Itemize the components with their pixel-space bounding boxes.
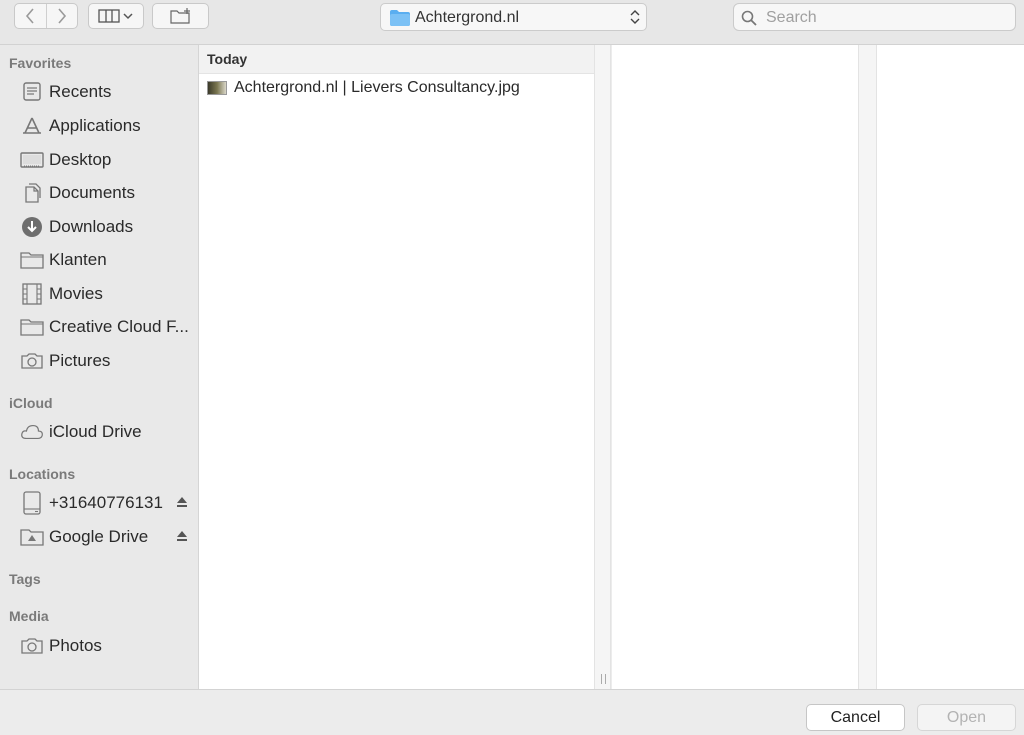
location-label: Achtergrond.nl	[415, 9, 520, 26]
eject-icon[interactable]	[176, 495, 188, 513]
sidebar-item-downloads[interactable]: Downloads	[20, 213, 196, 241]
column-separator[interactable]	[858, 45, 877, 689]
sidebar-item-label: Photos	[49, 636, 102, 655]
navigation-buttons	[14, 3, 78, 29]
sidebar-item-phone-device[interactable]: +31640776131	[20, 489, 196, 517]
sidebar-section-media: Media	[9, 608, 49, 624]
search-icon	[741, 10, 757, 26]
view-mode-button[interactable]	[88, 3, 144, 29]
cancel-button[interactable]: Cancel	[806, 704, 905, 731]
sidebar-section-tags[interactable]: Tags	[9, 571, 41, 587]
chevron-right-icon	[58, 8, 66, 24]
search-input[interactable]	[764, 7, 1008, 29]
folder-icon	[20, 249, 44, 271]
sidebar-item-label: Movies	[49, 284, 103, 303]
section-header-today: Today	[199, 45, 594, 74]
sidebar-item-label: Google Drive	[49, 527, 149, 546]
file-column-1: Today Achtergrond.nl | Lievers Consultan…	[199, 45, 594, 689]
sidebar-section-icloud: iCloud	[9, 395, 53, 411]
sidebar-item-label: Creative Cloud F...	[49, 317, 189, 336]
sidebar-item-label: Recents	[49, 82, 112, 101]
sidebar-item-applications[interactable]: Applications	[20, 112, 196, 140]
image-thumbnail-icon	[207, 81, 227, 95]
file-column-2	[612, 45, 858, 689]
updown-chevron-icon	[630, 10, 640, 24]
google-drive-folder-icon	[20, 526, 44, 548]
applications-icon	[20, 115, 44, 137]
dialog-footer: Cancel Open	[0, 689, 1024, 735]
sidebar-item-label: Klanten	[49, 250, 107, 269]
sidebar-item-label: +31640776131	[49, 493, 163, 512]
search-field[interactable]	[733, 3, 1016, 31]
cloud-icon	[20, 421, 44, 443]
columns-view-icon	[98, 9, 133, 23]
sidebar-item-pictures[interactable]: Pictures	[20, 347, 196, 375]
folder-icon	[390, 10, 410, 26]
file-name: Achtergrond.nl | Lievers Consultancy.jpg	[234, 79, 520, 96]
sidebar-section-locations: Locations	[9, 466, 76, 482]
column-resize-handle[interactable]	[594, 45, 611, 689]
location-popup[interactable]: Achtergrond.nl	[380, 3, 647, 31]
camera-icon	[20, 350, 44, 372]
sidebar-item-google-drive[interactable]: Google Drive	[20, 523, 196, 551]
camera-icon	[20, 635, 44, 657]
sidebar-item-desktop[interactable]: Desktop	[20, 146, 196, 174]
resize-grip-icon	[601, 674, 606, 684]
sidebar-item-label: Downloads	[49, 217, 134, 236]
sidebar-item-creative-cloud-files[interactable]: Creative Cloud F...	[20, 313, 196, 341]
movies-icon	[20, 283, 44, 305]
open-button[interactable]: Open	[917, 704, 1016, 731]
toolbar: Achtergrond.nl	[0, 0, 1024, 45]
sidebar: Favorites Recents Applications Desktop D…	[0, 45, 199, 689]
sidebar-section-favorites: Favorites	[9, 55, 72, 71]
documents-icon	[20, 182, 44, 204]
forward-button[interactable]	[45, 4, 78, 28]
sidebar-item-label: Pictures	[49, 351, 111, 370]
desktop-icon	[20, 149, 44, 171]
sidebar-item-label: iCloud Drive	[49, 422, 142, 441]
clock-icon	[20, 81, 44, 103]
sidebar-item-label: Desktop	[49, 150, 112, 169]
drive-icon	[20, 491, 44, 515]
file-column-3	[877, 45, 1024, 689]
sidebar-item-photos[interactable]: Photos	[20, 632, 196, 660]
eject-icon[interactable]	[176, 529, 188, 547]
chevron-left-icon	[26, 8, 34, 24]
sidebar-item-label: Applications	[49, 116, 141, 135]
new-folder-button[interactable]	[152, 3, 209, 29]
sidebar-item-documents[interactable]: Documents	[20, 179, 196, 207]
folder-icon	[20, 316, 44, 338]
sidebar-item-label: Documents	[49, 183, 135, 202]
sidebar-item-klanten[interactable]: Klanten	[20, 246, 196, 274]
back-button[interactable]	[15, 4, 46, 28]
downloads-icon	[20, 216, 44, 238]
new-folder-icon	[169, 8, 190, 24]
sidebar-item-recents[interactable]: Recents	[20, 78, 196, 106]
sidebar-item-icloud-drive[interactable]: iCloud Drive	[20, 418, 196, 446]
file-row[interactable]: Achtergrond.nl | Lievers Consultancy.jpg	[199, 74, 594, 102]
sidebar-item-movies[interactable]: Movies	[20, 280, 196, 308]
